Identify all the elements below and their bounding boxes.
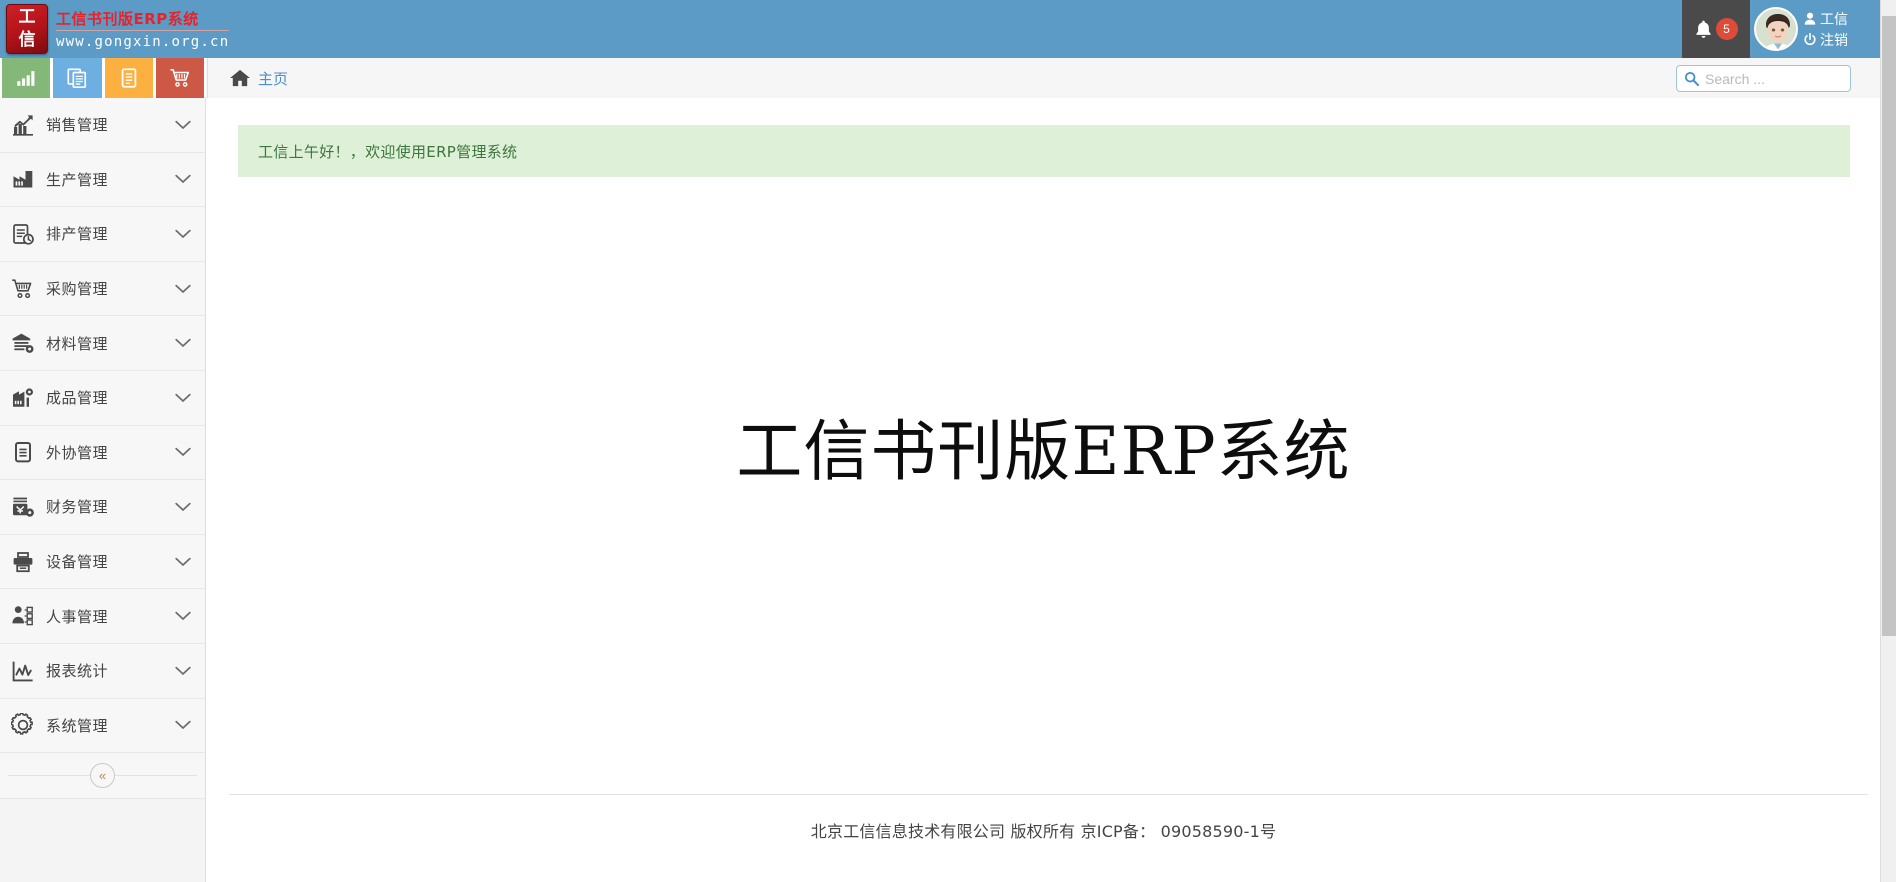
scrollbar-top-cap bbox=[1882, 0, 1896, 16]
sidebar-item-label: 销售管理 bbox=[46, 116, 109, 135]
welcome-banner: 工信上午好！，欢迎使用ERP管理系统 bbox=[238, 125, 1850, 177]
sidebar-item-sales[interactable]: 销售管理 bbox=[0, 98, 205, 153]
chevron-down-icon bbox=[175, 502, 191, 512]
page-title: 工信书刊版ERP系统 bbox=[736, 413, 1351, 490]
footer-divider bbox=[229, 794, 1868, 795]
finance-gear-icon bbox=[10, 494, 36, 520]
brand-text-block: 工信书刊版ERP系统 www.gongxin.org.cn bbox=[56, 8, 230, 50]
chevron-down-icon bbox=[175, 284, 191, 294]
sidebar-item-personnel[interactable]: 人事管理 bbox=[0, 589, 205, 644]
main-content-area: 工信上午好！，欢迎使用ERP管理系统 工信书刊版ERP系统 北京工信信息技术有限… bbox=[207, 98, 1880, 882]
personnel-icon bbox=[10, 603, 36, 629]
user-links: 工信 注销 bbox=[1804, 9, 1848, 50]
chevron-down-icon bbox=[175, 393, 191, 403]
purchase-cart-icon bbox=[10, 276, 36, 302]
quick-tile-document[interactable] bbox=[104, 58, 153, 98]
footer-copyright: 北京工信信息技术有限公司 版权所有 京ICP备： 09058590-1号 bbox=[810, 822, 1277, 841]
shopping-cart-icon bbox=[170, 68, 189, 87]
bar-chart-icon bbox=[17, 71, 35, 86]
brand-url: www.gongxin.org.cn bbox=[56, 34, 230, 50]
user-name-link[interactable]: 工信 bbox=[1804, 9, 1848, 29]
document-icon bbox=[121, 68, 136, 88]
chevron-down-icon bbox=[175, 338, 191, 348]
power-icon bbox=[1804, 33, 1816, 46]
sales-chart-icon bbox=[10, 112, 36, 138]
schedule-clock-icon bbox=[10, 221, 36, 247]
quick-tile-chart[interactable] bbox=[2, 58, 51, 98]
sidebar-item-materials[interactable]: 材料管理 bbox=[0, 316, 205, 371]
bell-icon bbox=[1695, 20, 1711, 38]
sidebar-item-finished-goods[interactable]: 成品管理 bbox=[0, 370, 205, 426]
sidebar-item-label: 系统管理 bbox=[46, 716, 109, 735]
clipboard-icon bbox=[10, 439, 36, 465]
report-statistics-icon bbox=[10, 658, 36, 684]
brand-block[interactable]: 工 信 工信书刊版ERP系统 www.gongxin.org.cn bbox=[0, 0, 230, 58]
company-logo-icon: 工 信 bbox=[6, 4, 48, 54]
chevron-down-icon bbox=[175, 229, 191, 239]
logout-text: 注销 bbox=[1820, 31, 1848, 48]
page-scrollbar[interactable] bbox=[1880, 0, 1896, 882]
notifications-button[interactable]: 5 bbox=[1682, 0, 1750, 58]
warehouse-gear-icon bbox=[10, 330, 36, 356]
logo-char-bottom: 信 bbox=[18, 30, 36, 50]
chevron-down-icon bbox=[175, 557, 191, 567]
sidebar-navigation: 销售管理 生产管理 排产管理 采购管理 材料管理 成品管理 外协管理 财务管理 … bbox=[0, 98, 206, 882]
sidebar-item-label: 人事管理 bbox=[46, 607, 109, 626]
sidebar-item-reports[interactable]: 报表统计 bbox=[0, 643, 205, 699]
sidebar-item-label: 外协管理 bbox=[46, 443, 109, 462]
top-header-bar: 工 信 工信书刊版ERP系统 www.gongxin.org.cn 5 工信 注… bbox=[0, 0, 1880, 58]
sidebar-item-label: 排产管理 bbox=[46, 225, 109, 244]
breadcrumb-home-link[interactable]: 主页 bbox=[258, 68, 288, 89]
user-icon bbox=[1804, 12, 1816, 25]
sidebar-item-label: 生产管理 bbox=[46, 170, 109, 189]
avatar-image bbox=[1756, 9, 1796, 49]
quick-tile-documents[interactable] bbox=[53, 58, 102, 98]
finished-goods-icon bbox=[10, 385, 36, 411]
sidebar-item-equipment[interactable]: 设备管理 bbox=[0, 534, 205, 590]
notification-count-badge: 5 bbox=[1715, 18, 1738, 40]
chevron-down-icon bbox=[175, 174, 191, 184]
chevron-down-icon bbox=[175, 447, 191, 457]
chevron-down-icon bbox=[175, 720, 191, 730]
sidebar-item-label: 成品管理 bbox=[46, 389, 109, 408]
user-box: 工信 注销 bbox=[1750, 0, 1880, 58]
gear-icon bbox=[10, 712, 36, 738]
user-name-text: 工信 bbox=[1820, 10, 1848, 27]
quick-tile-cart[interactable] bbox=[155, 58, 204, 98]
factory-icon bbox=[10, 166, 36, 192]
sidebar-item-label: 财务管理 bbox=[46, 498, 109, 517]
brand-title: 工信书刊版ERP系统 bbox=[56, 8, 230, 31]
logo-char-top: 工 bbox=[18, 7, 36, 27]
printer-icon bbox=[10, 549, 36, 575]
copy-documents-icon bbox=[67, 68, 87, 88]
sidebar-item-production[interactable]: 生产管理 bbox=[0, 152, 205, 208]
sidebar-item-finance[interactable]: 财务管理 bbox=[0, 480, 205, 535]
sidebar-item-purchasing[interactable]: 采购管理 bbox=[0, 261, 205, 317]
sidebar-collapse-button[interactable]: « bbox=[90, 763, 115, 789]
sidebar-item-outsourcing[interactable]: 外协管理 bbox=[0, 425, 205, 481]
erp-application-window: 工 信 工信书刊版ERP系统 www.gongxin.org.cn 5 工信 注… bbox=[0, 0, 1896, 882]
logout-link[interactable]: 注销 bbox=[1804, 30, 1848, 50]
breadcrumb: 主页 bbox=[207, 58, 1880, 98]
sidebar-item-label: 材料管理 bbox=[46, 334, 109, 353]
quick-access-tiles bbox=[0, 58, 206, 98]
scrollbar-thumb[interactable] bbox=[1882, 16, 1896, 636]
secondary-toolbar: 主页 bbox=[0, 58, 1880, 98]
sidebar-item-label: 报表统计 bbox=[46, 662, 109, 681]
sidebar-collapse-row: « bbox=[0, 753, 205, 800]
chevron-down-icon bbox=[175, 611, 191, 621]
home-icon bbox=[230, 69, 250, 87]
chevron-down-icon bbox=[175, 120, 191, 130]
sidebar-item-system[interactable]: 系统管理 bbox=[0, 698, 205, 754]
search-input[interactable] bbox=[1676, 65, 1851, 92]
avatar[interactable] bbox=[1754, 7, 1798, 51]
chevron-down-icon bbox=[175, 666, 191, 676]
header-spacer bbox=[229, 0, 1682, 58]
search-box bbox=[1676, 65, 1851, 92]
sidebar-item-label: 采购管理 bbox=[46, 280, 109, 299]
sidebar-item-label: 设备管理 bbox=[46, 553, 109, 572]
sidebar-item-scheduling[interactable]: 排产管理 bbox=[0, 207, 205, 262]
